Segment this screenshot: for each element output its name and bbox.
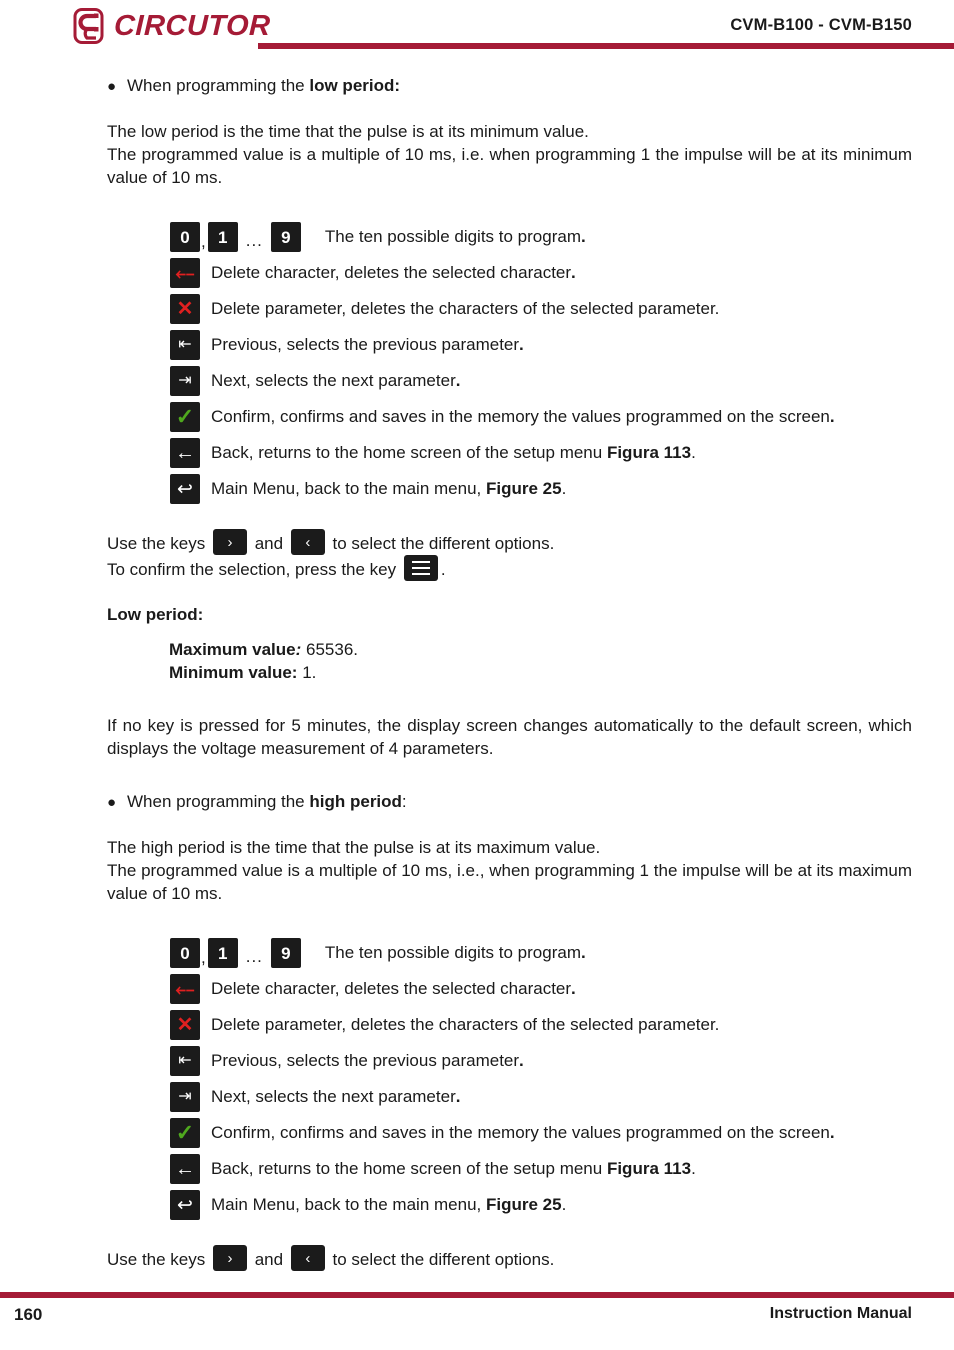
menu-hamburger-key-icon[interactable] [403,555,438,581]
back-arrow-icon[interactable]: ← [170,1154,200,1184]
delete-character-icon[interactable]: ⤌ [170,974,200,1004]
key-row-back-low: ← Back, returns to the home screen of th… [170,435,912,471]
low-period-values: Maximum value: 65536. Minimum value: 1. [169,638,912,684]
key-row-confirm-high: ✓ Confirm, confirms and saves in the mem… [170,1115,912,1151]
digit-0-key-icon[interactable]: 0 [170,938,200,968]
circutor-c-logo-icon [73,8,107,44]
header-device-title: CVM-B100 - CVM-B150 [730,16,912,34]
key-row-digits-low: 0 , 1 ... 9 The ten possible digits to p… [170,219,912,255]
main-menu-return-icon[interactable]: ↩ [170,1190,200,1220]
digit-ellipsis: ... [245,947,263,966]
use-keys-line-high: Use the keys › and ‹ to select the diffe… [107,1245,912,1271]
footer-document-label: Instruction Manual [769,1305,912,1322]
main-menu-description-high: Main Menu, back to the main menu, Figure… [211,1195,567,1214]
digits-description-high: The ten possible digits to program. [324,943,586,962]
bullet-low-period-text: When programming the low period: [127,76,401,95]
next-parameter-icon[interactable]: ⇥ [170,1082,200,1112]
digit-ellipsis: ... [245,231,263,250]
delete-parameter-description-low: Delete parameter, deletes the characters… [211,299,720,318]
key-row-next-high: ⇥ Next, selects the next parameter. [170,1079,912,1115]
footer-rule [0,1292,954,1298]
key-row-delete-parameter-low: ✕ Delete parameter, deletes the characte… [170,291,912,327]
bullet-low-period: ● When programming the low period: [107,74,912,98]
chevron-left-key-icon[interactable]: ‹ [290,529,325,555]
digit-separator-comma: , [201,232,206,251]
chevron-right-key-icon[interactable]: › [213,1245,247,1271]
key-row-digits-high: 0 , 1 ... 9 The ten possible digits to p… [170,935,912,971]
key-row-main-menu-high: ↩ Main Menu, back to the main menu, Figu… [170,1187,912,1223]
key-row-next-low: ⇥ Next, selects the next parameter. [170,363,912,399]
back-description-low: Back, returns to the home screen of the … [211,443,696,462]
next-parameter-icon[interactable]: ⇥ [170,366,200,396]
delete-character-icon[interactable]: ⤌ [170,258,200,288]
main-menu-description-low: Main Menu, back to the main menu, Figure… [211,479,567,498]
digit-0-key-icon[interactable]: 0 [170,222,200,252]
bullet-high-period: ● When programming the high period: [107,790,912,814]
circutor-logo: CIRCUTOR [73,8,271,44]
digit-1-key-icon[interactable]: 1 [207,222,238,252]
use-keys-line-low: Use the keys › and ‹ to select the diffe… [107,529,912,555]
main-menu-return-icon[interactable]: ↩ [170,474,200,504]
bullet-dot-icon: ● [107,78,117,95]
bullet-high-period-text: When programming the high period: [127,792,407,811]
previous-parameter-icon[interactable]: ⇤ [170,1046,200,1076]
back-arrow-icon[interactable]: ← [170,438,200,468]
key-legend-list-low: 0 , 1 ... 9 The ten possible digits to p… [170,219,912,507]
back-description-high: Back, returns to the home screen of the … [211,1159,696,1178]
confirm-description-low: Confirm, confirms and saves in the memor… [211,407,835,426]
confirm-checkmark-icon[interactable]: ✓ [170,402,200,432]
digit-1-key-icon[interactable]: 1 [207,938,238,968]
confirm-description-high: Confirm, confirms and saves in the memor… [211,1123,835,1142]
key-row-delete-character-low: ⤌ Delete character, deletes the selected… [170,255,912,291]
delete-character-description-low: Delete character, deletes the selected c… [211,263,576,282]
high-para-2: The programmed value is a multiple of 10… [107,861,912,903]
next-description-low: Next, selects the next parameter. [211,371,461,390]
delete-parameter-icon[interactable]: ✕ [170,1010,200,1040]
digit-9-key-icon[interactable]: 9 [270,938,301,968]
previous-parameter-icon[interactable]: ⇤ [170,330,200,360]
previous-description-high: Previous, selects the previous parameter… [211,1051,524,1070]
key-row-main-menu-low: ↩ Main Menu, back to the main menu, Figu… [170,471,912,507]
key-row-back-high: ← Back, returns to the home screen of th… [170,1151,912,1187]
confirm-checkmark-icon[interactable]: ✓ [170,1118,200,1148]
high-para-1: The high period is the time that the pul… [107,838,601,857]
low-para-1: The low period is the time that the puls… [107,122,589,141]
page-content: ● When programming the low period: The l… [107,74,912,1271]
logo-wordmark: CIRCUTOR [113,9,272,42]
chevron-left-key-icon[interactable]: ‹ [290,1245,325,1271]
key-row-confirm-low: ✓ Confirm, confirms and saves in the mem… [170,399,912,435]
confirm-selection-line-low: To confirm the selection, press the key … [107,555,912,581]
key-row-delete-character-high: ⤌ Delete character, deletes the selected… [170,971,912,1007]
previous-description-low: Previous, selects the previous parameter… [211,335,524,354]
header-rule [258,43,954,49]
next-description-high: Next, selects the next parameter. [211,1087,461,1106]
digit-separator-comma: , [201,948,206,967]
delete-character-description-high: Delete character, deletes the selected c… [211,979,576,998]
key-row-previous-high: ⇤ Previous, selects the previous paramet… [170,1043,912,1079]
digit-9-key-icon[interactable]: 9 [270,222,301,252]
key-legend-list-high: 0 , 1 ... 9 The ten possible digits to p… [170,935,912,1223]
footer-page-number: 160 [14,1305,43,1324]
low-para-2: The programmed value is a multiple of 10… [107,145,912,187]
low-period-title: Low period: [107,605,204,624]
timeout-paragraph: If no key is pressed for 5 minutes, the … [107,716,912,758]
page-header: CIRCUTOR CVM-B100 - CVM-B150 [0,0,954,62]
chevron-right-key-icon[interactable]: › [213,529,247,555]
low-maximum-value-line: Maximum value: 65536. [169,640,359,659]
key-row-delete-parameter-high: ✕ Delete parameter, deletes the characte… [170,1007,912,1043]
delete-parameter-icon[interactable]: ✕ [170,294,200,324]
bullet-dot-icon: ● [107,794,117,811]
low-minimum-value-line: Minimum value: 1. [169,663,317,682]
digits-description-low: The ten possible digits to program. [324,227,586,246]
delete-parameter-description-high: Delete parameter, deletes the characters… [211,1015,720,1034]
key-row-previous-low: ⇤ Previous, selects the previous paramet… [170,327,912,363]
